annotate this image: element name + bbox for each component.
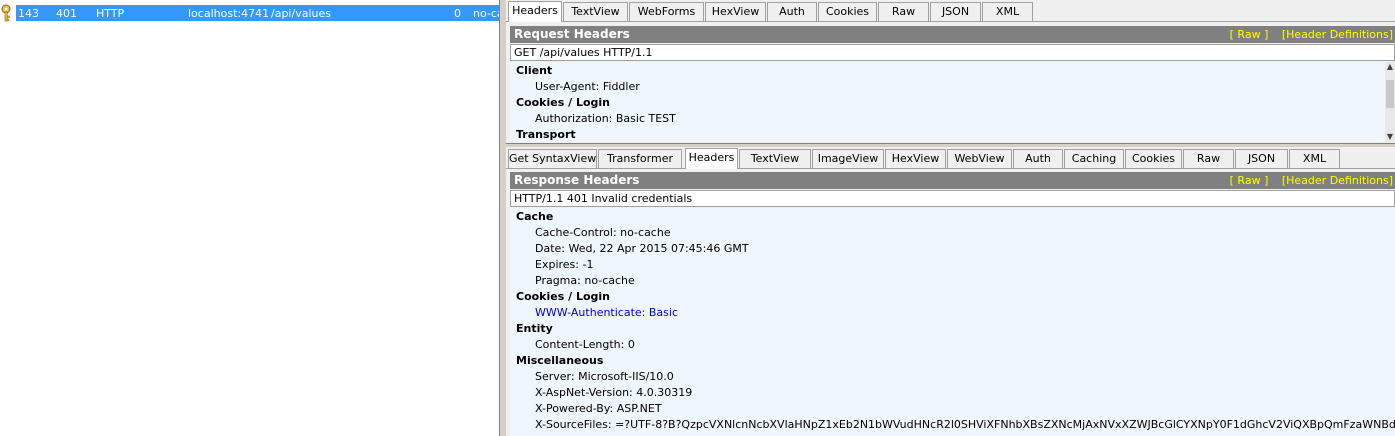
pane-splitter[interactable] <box>499 0 506 436</box>
tab-response-textview[interactable]: TextView <box>739 149 811 168</box>
response-header-cache-control[interactable]: Cache-Control: no-cache <box>535 226 671 239</box>
response-header-x-powered-by[interactable]: X-Powered-By: ASP.NET <box>535 402 662 415</box>
request-header-user-agent[interactable]: User-Agent: Fiddler <box>535 80 640 93</box>
tab-request-hexview[interactable]: HexView <box>705 2 766 21</box>
session-id: 143 <box>18 7 39 20</box>
request-first-line[interactable]: GET /api/values HTTP/1.1 <box>510 44 1395 61</box>
session-url: /api/values <box>271 7 331 20</box>
scroll-up-icon[interactable]: ▲ <box>1385 62 1395 72</box>
response-group-cookies-login[interactable]: Cookies / Login <box>516 290 610 303</box>
response-group-entity[interactable]: Entity <box>516 322 553 335</box>
request-group-transport[interactable]: Transport <box>516 128 576 141</box>
tab-response-hexview[interactable]: HexView <box>885 149 946 168</box>
tab-response-transformer[interactable]: Transformer <box>598 149 682 168</box>
tab-response-json[interactable]: JSON <box>1235 149 1288 168</box>
tab-request-xml[interactable]: XML <box>982 2 1033 21</box>
scroll-down-icon[interactable]: ▼ <box>1385 132 1395 142</box>
tab-response-imageview[interactable]: ImageView <box>812 149 884 168</box>
request-scrollbar[interactable]: ▲ ▼ <box>1385 62 1395 142</box>
tab-request-webforms[interactable]: WebForms <box>629 2 704 21</box>
request-header-definitions-link[interactable]: [Header Definitions] <box>1282 28 1393 41</box>
request-group-cookies-login[interactable]: Cookies / Login <box>516 96 610 109</box>
response-header-www-authenticate[interactable]: WWW-Authenticate: Basic <box>535 306 678 319</box>
session-result: 401 <box>56 7 77 20</box>
session-body: 0 <box>454 7 461 20</box>
tab-request-json[interactable]: JSON <box>930 2 981 21</box>
response-first-line[interactable]: HTTP/1.1 401 Invalid credentials <box>510 190 1395 207</box>
request-headers-title: Request Headers [ Raw ] [Header Definiti… <box>510 26 1395 43</box>
response-header-date[interactable]: Date: Wed, 22 Apr 2015 07:45:46 GMT <box>535 242 749 255</box>
tab-response-auth[interactable]: Auth <box>1013 149 1063 168</box>
session-row-selection[interactable]: 143 401 HTTP localhost:4741 /api/values … <box>16 5 499 21</box>
session-row[interactable]: 143 401 HTTP localhost:4741 /api/values … <box>0 4 499 22</box>
response-header-server[interactable]: Server: Microsoft-IIS/10.0 <box>535 370 674 383</box>
tab-response-raw[interactable]: Raw <box>1183 149 1234 168</box>
response-raw-link[interactable]: [ Raw ] <box>1230 174 1269 187</box>
request-headers-title-text: Request Headers <box>514 27 630 41</box>
response-headers-title: Response Headers [ Raw ] [Header Definit… <box>510 172 1395 189</box>
session-host: localhost:4741 <box>188 7 270 20</box>
inspector-pane: Headers TextView WebForms HexView Auth C… <box>506 0 1395 436</box>
key-icon <box>0 4 16 22</box>
tab-response-get-syntaxview[interactable]: Get SyntaxView <box>508 149 597 168</box>
tab-response-headers[interactable]: Headers <box>685 148 738 169</box>
request-group-client[interactable]: Client <box>516 64 552 77</box>
request-header-authorization[interactable]: Authorization: Basic TEST <box>535 112 676 125</box>
tab-request-auth[interactable]: Auth <box>767 2 817 21</box>
response-group-miscellaneous[interactable]: Miscellaneous <box>516 354 603 367</box>
response-group-cache[interactable]: Cache <box>516 210 553 223</box>
tab-response-xml[interactable]: XML <box>1289 149 1340 168</box>
response-header-content-length[interactable]: Content-Length: 0 <box>535 338 635 351</box>
tab-request-textview[interactable]: TextView <box>563 2 628 21</box>
tab-response-caching[interactable]: Caching <box>1064 149 1124 168</box>
request-raw-link[interactable]: [ Raw ] <box>1230 28 1269 41</box>
response-header-x-aspnet-version[interactable]: X-AspNet-Version: 4.0.30319 <box>535 386 692 399</box>
tab-response-cookies[interactable]: Cookies <box>1125 149 1182 168</box>
tab-request-headers[interactable]: Headers <box>508 1 562 22</box>
response-header-pragma[interactable]: Pragma: no-cache <box>535 274 635 287</box>
tab-response-webview[interactable]: WebView <box>947 149 1012 168</box>
response-tabstrip: Get SyntaxView Transformer Headers TextV… <box>506 147 1395 169</box>
response-header-x-sourcefiles[interactable]: X-SourceFiles: =?UTF-8?B?QzpcVXNlcnNcbXV… <box>535 418 1395 431</box>
tab-request-raw[interactable]: Raw <box>878 2 929 21</box>
request-scrollbar-thumb[interactable] <box>1386 80 1394 108</box>
session-protocol: HTTP <box>96 7 125 20</box>
response-headers-title-text: Response Headers <box>514 173 640 187</box>
request-tabstrip: Headers TextView WebForms HexView Auth C… <box>506 0 1395 22</box>
session-caching: no-ca <box>473 7 499 20</box>
response-header-expires[interactable]: Expires: -1 <box>535 258 593 271</box>
response-header-definitions-link[interactable]: [Header Definitions] <box>1282 174 1393 187</box>
request-headers-tree: Client User-Agent: Fiddler Cookies / Log… <box>510 62 1395 142</box>
tab-request-cookies[interactable]: Cookies <box>818 2 877 21</box>
session-list: 143 401 HTTP localhost:4741 /api/values … <box>0 0 499 436</box>
response-headers-tree: Cache Cache-Control: no-cache Date: Wed,… <box>510 208 1395 436</box>
